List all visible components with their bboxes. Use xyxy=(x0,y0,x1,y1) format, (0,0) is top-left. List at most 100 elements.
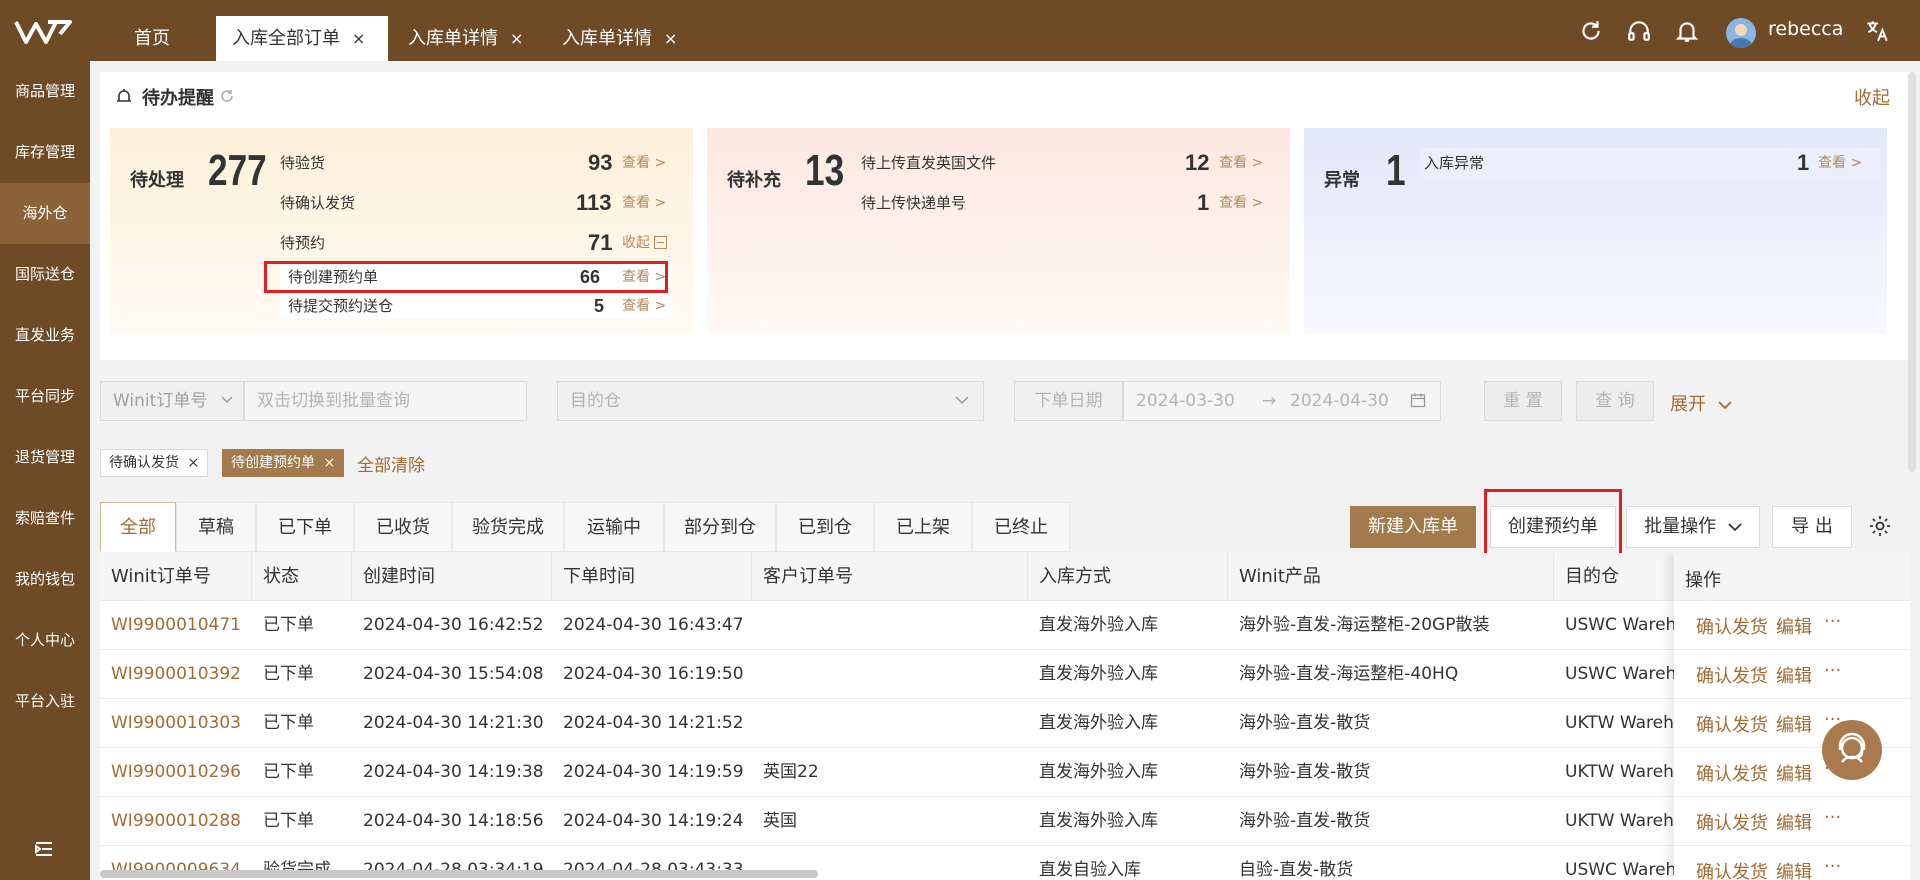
winit-logo[interactable] xyxy=(12,14,76,50)
operations-header: 操作 xyxy=(1674,553,1910,601)
edit-link[interactable]: 编辑 xyxy=(1776,858,1812,880)
tab-shelved[interactable]: 已上架 xyxy=(874,502,972,552)
batch-query-input[interactable]: 双击切换到批量查询 xyxy=(244,381,527,421)
sidebar-item-profile[interactable]: 个人中心 xyxy=(0,610,90,671)
warehouse-select[interactable]: 目的仓 xyxy=(557,381,984,421)
view-link[interactable]: 查看 > xyxy=(1219,148,1263,178)
tab-all[interactable]: 全部 xyxy=(100,502,176,552)
sidebar-item-overseas-warehouse[interactable]: 海外仓 xyxy=(0,183,90,244)
horizontal-scrollbar[interactable] xyxy=(100,870,818,878)
vertical-scrollbar[interactable] xyxy=(1908,72,1916,472)
tab-received[interactable]: 已收货 xyxy=(354,502,452,552)
tab-in-transit[interactable]: 运输中 xyxy=(564,502,664,552)
order-number-link[interactable]: WI9900010296 xyxy=(111,748,241,796)
confirm-shipment-link[interactable]: 确认发货 xyxy=(1696,760,1768,786)
sidebar-item-platform-sync[interactable]: 平台同步 xyxy=(0,366,90,427)
tab-arrived[interactable]: 已到仓 xyxy=(776,502,874,552)
confirm-shipment-link[interactable]: 确认发货 xyxy=(1696,662,1768,688)
tab-inbound-detail-1[interactable]: 入库单详情 × xyxy=(392,16,539,61)
more-icon[interactable]: ··· xyxy=(1824,611,1841,632)
reset-button[interactable]: 重 置 xyxy=(1484,381,1562,421)
bell-icon[interactable] xyxy=(1674,18,1700,44)
view-link[interactable]: 查看 > xyxy=(622,148,666,178)
edit-link[interactable]: 编辑 xyxy=(1776,613,1812,639)
sidebar-item-inventory[interactable]: 库存管理 xyxy=(0,122,90,183)
order-number-link[interactable]: WI9900010288 xyxy=(111,797,241,845)
user-name[interactable]: rebecca xyxy=(1768,18,1843,40)
column-header: Winit产品 xyxy=(1228,553,1554,601)
expand-toggle[interactable]: 展开 xyxy=(1670,390,1732,416)
new-inbound-button[interactable]: 新建入库单 xyxy=(1350,506,1476,548)
table-row[interactable]: WI9900010392 已下单 2024-04-30 15:54:08 202… xyxy=(100,650,1910,699)
tab-inspected[interactable]: 验货完成 xyxy=(452,502,564,552)
more-icon[interactable]: ··· xyxy=(1824,807,1841,828)
confirm-shipment-link[interactable]: 确认发货 xyxy=(1696,613,1768,639)
table-row[interactable]: WI9900010471 已下单 2024-04-30 16:42:52 202… xyxy=(100,601,1910,650)
refresh-icon[interactable] xyxy=(1578,18,1604,44)
order-number-link[interactable]: WI9900010303 xyxy=(111,699,241,747)
confirm-shipment-link[interactable]: 确认发货 xyxy=(1696,711,1768,737)
query-button[interactable]: 查 询 xyxy=(1576,381,1654,421)
table-row[interactable]: WI9900010296 已下单 2024-04-30 14:19:38 202… xyxy=(100,748,1910,797)
refresh-small-icon[interactable] xyxy=(219,88,235,104)
collapse-link[interactable]: 收起 xyxy=(622,228,650,258)
confirm-shipment-link[interactable]: 确认发货 xyxy=(1696,858,1768,880)
order-type-select[interactable]: Winit订单号 xyxy=(100,381,244,421)
sidebar-item-claims[interactable]: 索赔查件 xyxy=(0,488,90,549)
edit-link[interactable]: 编辑 xyxy=(1776,809,1812,835)
menu-collapse-icon[interactable] xyxy=(34,840,54,858)
gear-icon[interactable] xyxy=(1868,514,1892,538)
close-icon[interactable]: × xyxy=(664,29,677,48)
order-type-value: Winit订单号 xyxy=(113,391,208,411)
more-icon[interactable]: ··· xyxy=(1824,660,1841,681)
view-link[interactable]: 查看 > xyxy=(622,188,666,218)
export-button[interactable]: 导 出 xyxy=(1772,506,1852,548)
row-count: 5 xyxy=(594,296,605,316)
batch-operation-dropdown[interactable]: 批量操作 xyxy=(1626,506,1760,548)
sidebar-item-wallet[interactable]: 我的钱包 xyxy=(0,549,90,610)
view-link[interactable]: 查看 > xyxy=(1818,148,1862,178)
tab-terminated[interactable]: 已终止 xyxy=(972,502,1070,552)
close-icon[interactable]: × xyxy=(352,29,365,48)
headset-icon[interactable] xyxy=(1626,18,1652,44)
sidebar-item-returns[interactable]: 退货管理 xyxy=(0,427,90,488)
column-header: 下单时间 xyxy=(552,553,752,601)
confirm-shipment-link[interactable]: 确认发货 xyxy=(1696,809,1768,835)
tab-partial-arrival[interactable]: 部分到仓 xyxy=(664,502,776,552)
date-range-picker[interactable]: 2024-03-30 → 2024-04-30 xyxy=(1123,381,1441,421)
sidebar-item-platform-onboarding[interactable]: 平台入驻 xyxy=(0,671,90,732)
minus-square-icon[interactable] xyxy=(654,236,667,249)
view-link[interactable]: 查看 > xyxy=(1219,188,1263,218)
sidebar-item-products[interactable]: 商品管理 xyxy=(0,61,90,122)
view-link[interactable]: 查看 > xyxy=(622,293,666,319)
more-icon[interactable]: ··· xyxy=(1824,856,1841,877)
edit-link[interactable]: 编辑 xyxy=(1776,711,1812,737)
warehouse-cell: USWC Wareho xyxy=(1565,615,1674,635)
orders-table: Winit订单号 状态 创建时间 下单时间 客户订单号 入库方式 Winit产品… xyxy=(100,553,1910,880)
created-time-cell: 2024-04-30 15:54:08 xyxy=(363,664,544,684)
edit-link[interactable]: 编辑 xyxy=(1776,662,1812,688)
sidebar-item-direct-business[interactable]: 直发业务 xyxy=(0,305,90,366)
tab-home[interactable]: 首页 xyxy=(118,16,186,61)
clear-all-link[interactable]: 全部清除 xyxy=(357,451,425,476)
translate-icon[interactable] xyxy=(1864,18,1890,44)
customer-support-button[interactable] xyxy=(1822,720,1882,780)
avatar[interactable] xyxy=(1726,18,1756,48)
order-number-link[interactable]: WI9900010392 xyxy=(111,650,241,698)
sidebar-item-international-delivery[interactable]: 国际送仓 xyxy=(0,244,90,305)
tab-inbound-detail-2[interactable]: 入库单详情 × xyxy=(546,16,693,61)
close-icon[interactable]: × xyxy=(187,455,199,471)
tab-ordered[interactable]: 已下单 xyxy=(256,502,354,552)
tab-draft[interactable]: 草稿 xyxy=(176,502,256,552)
table-row[interactable]: WI9900010288 已下单 2024-04-30 14:18:56 202… xyxy=(100,797,1910,846)
edit-link[interactable]: 编辑 xyxy=(1776,760,1812,786)
created-time-cell: 2024-04-30 14:18:56 xyxy=(363,811,544,831)
close-icon[interactable]: × xyxy=(510,29,523,48)
tab-all-inbound-orders[interactable]: 入库全部订单 × xyxy=(216,16,388,61)
close-icon[interactable]: × xyxy=(323,455,335,471)
order-time-cell: 2024-04-30 14:19:24 xyxy=(563,811,744,831)
order-number-link[interactable]: WI9900010471 xyxy=(111,601,241,649)
reminder-collapse-link[interactable]: 收起 xyxy=(1854,84,1890,110)
created-time-cell: 2024-04-30 16:42:52 xyxy=(363,615,544,635)
table-row[interactable]: WI9900010303 已下单 2024-04-30 14:21:30 202… xyxy=(100,699,1910,748)
